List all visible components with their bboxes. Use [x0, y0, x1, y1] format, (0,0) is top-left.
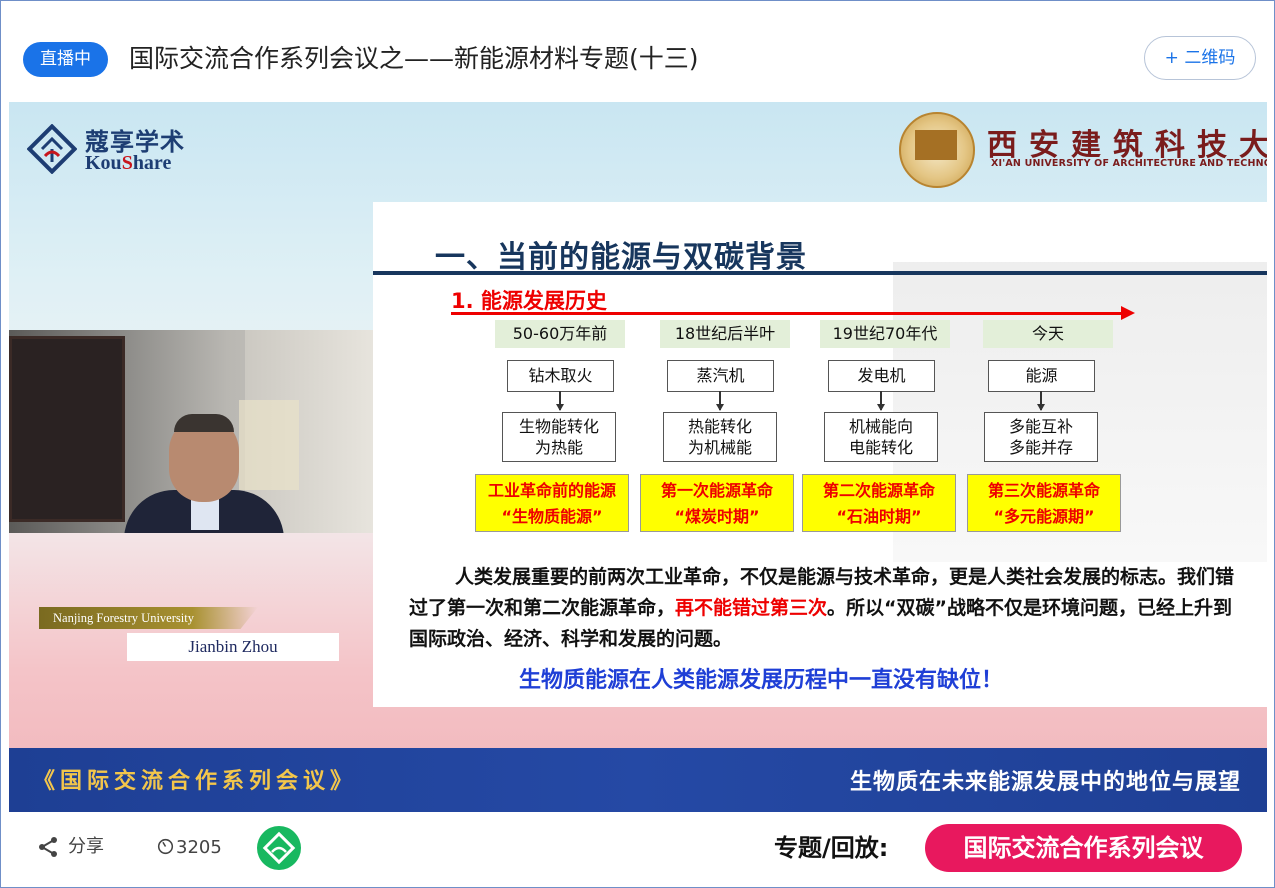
topic-label: 专题/回放: [774, 834, 889, 862]
speaker-affiliation: Nanjing Forestry University [39, 607, 258, 629]
revolution-line2: “多元能源期” [993, 507, 1095, 526]
university-name-en: XI'AN UNIVERSITY OF ARCHITECTURE AND TEC… [991, 158, 1267, 169]
revolution-line2: “生物质能源” [501, 507, 603, 526]
stage-conversion: 生物能转化 为热能 [502, 412, 616, 462]
stage-tech: 钻木取火 [507, 360, 614, 392]
presentation-slide: 一、当前的能源与双碳背景 1. 能源发展历史 50-60万年前 钻木取火 生物能… [373, 202, 1267, 707]
stage-conversion: 热能转化 为机械能 [663, 412, 777, 462]
slide-paragraph: 人类发展重要的前两次工业革命，不仅是能源与技术革命，更是人类社会发展的标志。我们… [409, 562, 1249, 655]
koushare-logo: 蔻享学术 KouShare [27, 120, 197, 180]
talk-title: 生物质在未来能源发展中的地位与展望 [849, 770, 1241, 795]
app-window: 直播中 国际交流合作系列会议之——新能源材料专题(十三) + 二维码 蔻享学术 … [0, 0, 1275, 888]
logo-en-prefix: Kou [85, 152, 122, 174]
stage-revolution: 第二次能源革命 “石油时期” [802, 474, 956, 532]
share-label: 分享 [68, 836, 104, 857]
stage-era: 今天 [983, 320, 1113, 348]
conversion-line1: 多能互补 [1008, 417, 1073, 436]
revolution-line1: 第二次能源革命 [822, 481, 935, 500]
conversion-line2: 为热能 [534, 438, 583, 457]
bottom-banner: 《国际交流合作系列会议》 生物质在未来能源发展中的地位与展望 [9, 748, 1267, 812]
stage-tech: 发电机 [828, 360, 935, 392]
stage-revolution: 第三次能源革命 “多元能源期” [967, 474, 1121, 532]
revolution-line1: 第一次能源革命 [660, 481, 773, 500]
stage-revolution: 第一次能源革命 “煤炭时期” [640, 474, 794, 532]
share-icon [39, 837, 57, 857]
logo-en-text: KouShare [85, 152, 171, 175]
revolution-line2: “石油时期” [836, 507, 922, 526]
speaker-name-plate: Nanjing Forestry University Jianbin Zhou [39, 607, 344, 661]
page-title: 国际交流合作系列会议之——新能源材料专题(十三) [129, 44, 699, 73]
stage-era: 50-60万年前 [495, 320, 625, 348]
conversion-line1: 生物能转化 [518, 417, 599, 436]
title-divider [373, 271, 1267, 275]
live-badge: 直播中 [23, 42, 108, 77]
video-player[interactable]: 蔻享学术 KouShare 西安建筑科技大学 XI'AN UNIVERSITY … [9, 102, 1267, 812]
share-button[interactable]: 分享 [36, 832, 104, 862]
logo-en-mid: S [121, 152, 133, 174]
conversion-line1: 机械能向 [848, 417, 913, 436]
speaker-camera [9, 330, 373, 533]
stage-era: 18世纪后半叶 [660, 320, 790, 348]
timeline-arrow-head [1121, 306, 1135, 320]
section-title: 1. 能源发展历史 [451, 289, 607, 313]
topic-replay-button[interactable]: 国际交流合作系列会议 [925, 824, 1242, 872]
logo-en-suffix: hare [132, 152, 172, 174]
header: 直播中 国际交流合作系列会议之——新能源材料专题(十三) + 二维码 [1, 1, 1274, 101]
slide-conclusion: 生物质能源在人类能源发展历程中一直没有缺位！ [519, 668, 1004, 693]
university-seal-icon [899, 112, 975, 188]
footer: 分享 3205 专题/回放: 国际交流合作系列会议 [1, 812, 1274, 887]
stage-revolution: 工业革命前的能源 “生物质能源” [475, 474, 629, 532]
view-count-value: 3205 [176, 837, 222, 858]
stage-conversion: 机械能向 电能转化 [824, 412, 938, 462]
timeline-arrow [451, 312, 1123, 315]
conversion-line2: 电能转化 [848, 438, 913, 457]
revolution-line2: “煤炭时期” [674, 507, 760, 526]
revolution-line1: 第三次能源革命 [987, 481, 1100, 500]
stage-era: 19世纪70年代 [820, 320, 950, 348]
stage-conversion: 多能互补 多能并存 [984, 412, 1098, 462]
clock-icon [157, 838, 174, 855]
conversion-line2: 为机械能 [687, 438, 752, 457]
stage-tech: 蒸汽机 [667, 360, 774, 392]
koushare-logo-icon [27, 124, 77, 174]
stage-tech: 能源 [988, 360, 1095, 392]
conversion-line2: 多能并存 [1008, 438, 1073, 457]
conversion-line1: 热能转化 [687, 417, 752, 436]
revolution-line1: 工业革命前的能源 [487, 481, 616, 500]
series-title: 《国际交流合作系列会议》 [33, 769, 358, 794]
paragraph-highlight: 再不能错过第三次 [675, 597, 828, 619]
koushare-app-icon[interactable] [257, 826, 301, 870]
qr-code-button[interactable]: + 二维码 [1144, 36, 1256, 80]
speaker-name: Jianbin Zhou [127, 633, 339, 661]
slide-title: 一、当前的能源与双碳背景 [435, 240, 807, 275]
view-count: 3205 [157, 833, 222, 863]
